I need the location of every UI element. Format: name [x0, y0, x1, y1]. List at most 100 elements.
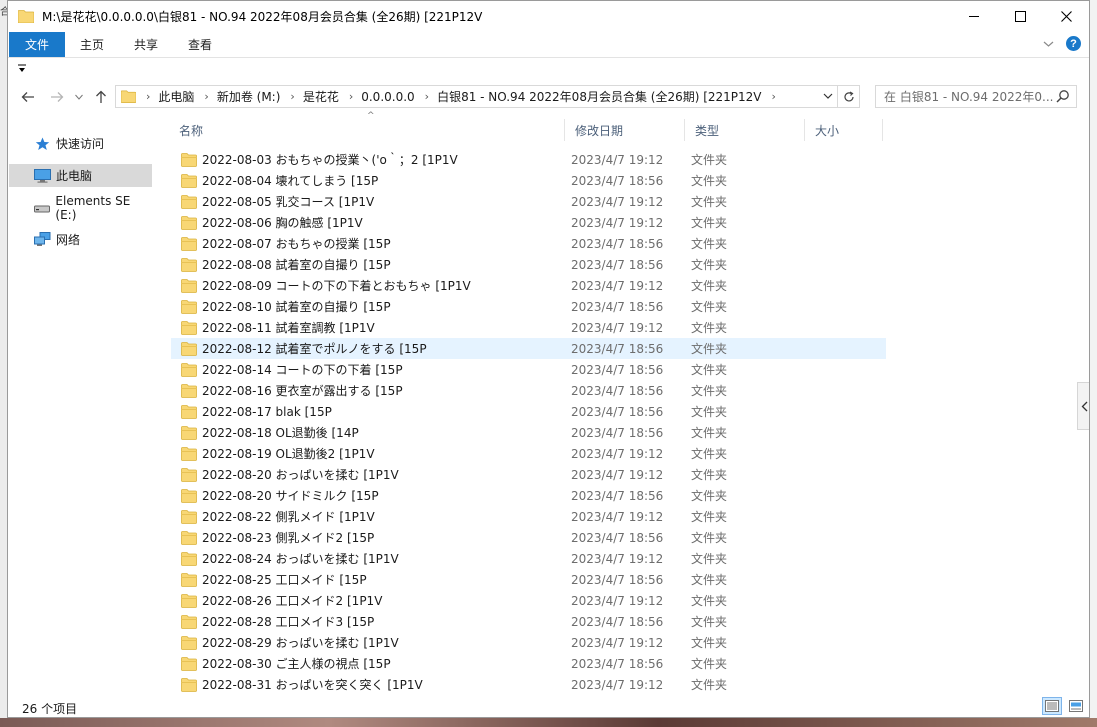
title-bar[interactable]: M:\是花花\0.0.0.0.0\白银81 - NO.94 2022年08月会员… [8, 1, 1089, 32]
breadcrumb-separator[interactable]: › [425, 90, 429, 103]
file-list: ^ 名称 修改日期 类型 大小 2022-08-03 おもちゃの授業丶('o｀；… [156, 111, 1089, 692]
breadcrumb-drive[interactable]: 新加卷 (M:) [217, 88, 281, 105]
file-date-modified: 2023/4/7 19:12 [571, 677, 664, 692]
file-name: 2022-08-20 おっぱいを揉む [1P1V [202, 468, 399, 482]
file-type: 文件夹 [691, 678, 728, 692]
file-row[interactable]: 2022-08-20 おっぱいを揉む [1P1V 2023/4/7 19:12 文件… [171, 464, 886, 485]
file-date-modified: 2023/4/7 19:12 [571, 635, 664, 650]
file-name: 2022-08-17 blak [15P [202, 404, 332, 419]
file-name: 2022-08-23 側乳メイド2 [15P [202, 531, 375, 545]
navigation-bar: › 此电脑 › 新加卷 (M:) › 是花花 › 0.0.0.0.0 › 白银8… [8, 83, 1089, 111]
file-row[interactable]: 2022-08-23 側乳メイド2 [15P 2023/4/7 18:56 文件夹 [171, 527, 886, 548]
customize-toolbar-icon[interactable] [18, 64, 26, 74]
file-row[interactable]: 2022-08-29 おっぱいを揉む [1P1V 2023/4/7 19:12 文件… [171, 632, 886, 653]
details-view-icon [1045, 700, 1059, 712]
file-row[interactable]: 2022-08-04 壊れてしまう [15P 2023/4/7 18:56 文件夹 [171, 170, 886, 191]
file-row[interactable]: 2022-08-31 おっぱいを突く突く [1P1V 2023/4/7 19:12… [171, 674, 886, 695]
navigation-pane: 快速访问 此电脑 Elements SE (E:) 网络 [8, 111, 154, 691]
column-divider[interactable] [564, 119, 565, 141]
folder-icon [121, 90, 136, 103]
file-row[interactable]: 2022-08-28 工口メイド3 [15P 2023/4/7 18:56 文件夹 [171, 611, 886, 632]
file-row[interactable]: 2022-08-19 OL退勤後2 [1P1V 2023/4/7 19:12 文件夹 [171, 443, 886, 464]
column-divider[interactable] [882, 119, 883, 141]
breadcrumb-folder-1[interactable]: 是花花 [303, 88, 339, 105]
file-row[interactable]: 2022-08-11 試着室調教 [1P1V 2023/4/7 19:12 文件夹 [171, 317, 886, 338]
file-date-modified: 2023/4/7 19:12 [571, 593, 664, 608]
column-header-name[interactable]: 名称 [171, 119, 564, 141]
search-placeholder: 在 白银81 - NO.94 2022年0... [884, 90, 1054, 104]
breadcrumb-separator[interactable]: › [349, 90, 353, 103]
folder-icon [181, 677, 197, 692]
sidebar-item-elements-drive[interactable]: Elements SE (E:) [9, 193, 152, 222]
file-row[interactable]: 2022-08-09 コートの下の下着とおもちゃ [1P1V 2023/4/7 1… [171, 275, 886, 296]
help-icon[interactable]: ? [1066, 36, 1081, 51]
breadcrumb-separator[interactable]: › [146, 90, 150, 103]
collapse-pane-button[interactable] [1077, 382, 1089, 430]
file-name: 2022-08-20 サイドミルク [15P [202, 489, 379, 503]
breadcrumb-this-pc[interactable]: 此电脑 [158, 88, 194, 105]
search-box[interactable]: 在 白银81 - NO.94 2022年0... [875, 85, 1077, 108]
minimize-button[interactable] [951, 1, 997, 32]
drive-icon [33, 200, 50, 216]
breadcrumb-current-folder[interactable]: 白银81 - NO.94 2022年08月会员合集 (全26期) [221P12… [437, 88, 761, 105]
column-header-size[interactable]: 大小 [807, 119, 882, 141]
breadcrumb-separator[interactable]: › [204, 90, 208, 103]
sidebar-item-quick-access[interactable]: 快速访问 [9, 132, 152, 155]
tab-home[interactable]: 主页 [65, 32, 119, 57]
close-button[interactable] [1043, 1, 1089, 32]
tab-share[interactable]: 共享 [119, 32, 173, 57]
file-row[interactable]: 2022-08-10 試着室の自撮り [15P 2023/4/7 18:56 文件夹 [171, 296, 886, 317]
file-explorer-window: M:\是花花\0.0.0.0.0\白银81 - NO.94 2022年08月会员… [7, 0, 1090, 718]
breadcrumb-separator[interactable]: › [772, 90, 776, 103]
file-row[interactable]: 2022-08-25 工口メイド [15P 2023/4/7 18:56 文件夹 [171, 569, 886, 590]
file-name: 2022-08-24 おっぱいを揉む [1P1V [202, 552, 399, 566]
folder-icon [181, 572, 197, 587]
refresh-button[interactable] [837, 86, 859, 107]
file-row[interactable]: 2022-08-18 OL退勤後 [14P 2023/4/7 18:56 文件夹 [171, 422, 886, 443]
file-name: 2022-08-09 コートの下の下着とおもちゃ [1P1V [202, 279, 471, 293]
breadcrumb-folder-2[interactable]: 0.0.0.0.0 [361, 90, 414, 104]
file-row[interactable]: 2022-08-24 おっぱいを揉む [1P1V 2023/4/7 19:12 文件… [171, 548, 886, 569]
expand-ribbon-icon[interactable] [1043, 40, 1054, 48]
address-bar[interactable]: › 此电脑 › 新加卷 (M:) › 是花花 › 0.0.0.0.0 › 白银8… [115, 85, 860, 108]
sidebar-item-label: Elements SE (E:) [55, 193, 131, 222]
file-row[interactable]: 2022-08-06 胸の触感 [1P1V 2023/4/7 19:12 文件夹 [171, 212, 886, 233]
address-history-icon[interactable] [823, 89, 833, 103]
back-button[interactable] [18, 87, 38, 107]
window-controls [951, 1, 1089, 32]
close-icon [1060, 11, 1072, 22]
maximize-button[interactable] [997, 1, 1043, 32]
breadcrumb-separator[interactable]: › [290, 90, 294, 103]
file-row[interactable]: 2022-08-22 側乳メイド [1P1V 2023/4/7 19:12 文件夹 [171, 506, 886, 527]
file-row[interactable]: 2022-08-17 blak [15P 2023/4/7 18:56 文件夹 [171, 401, 886, 422]
tab-file[interactable]: 文件 [9, 32, 66, 57]
folder-icon [181, 404, 197, 419]
file-row[interactable]: 2022-08-14 コートの下の下着 [15P 2023/4/7 18:56 文件… [171, 359, 886, 380]
file-row[interactable]: 2022-08-03 おもちゃの授業丶('o｀；2 [1P1V 2023/4/7 … [171, 149, 886, 170]
ribbon-tabs: 文件 主页 共享 查看 ? [8, 32, 1089, 57]
sidebar-item-network[interactable]: 网络 [9, 228, 152, 251]
tab-view[interactable]: 查看 [173, 32, 227, 57]
forward-button[interactable] [47, 87, 67, 107]
file-row[interactable]: 2022-08-16 更衣室が露出する [15P 2023/4/7 18:56 文件… [171, 380, 886, 401]
recent-locations-button[interactable] [69, 87, 89, 107]
file-row[interactable]: 2022-08-07 おもちゃの授業 [15P 2023/4/7 18:56 文件夹 [171, 233, 886, 254]
details-view-button[interactable] [1042, 697, 1062, 715]
up-button[interactable] [91, 87, 111, 107]
column-divider[interactable] [684, 119, 685, 141]
large-icons-view-button[interactable] [1066, 697, 1086, 715]
column-header-date[interactable]: 修改日期 [567, 119, 684, 141]
column-divider[interactable] [804, 119, 805, 141]
file-name: 2022-08-11 試着室調教 [1P1V [202, 321, 375, 335]
file-row[interactable]: 2022-08-12 試着室でポルノをする [15P 2023/4/7 18:56… [171, 338, 886, 359]
file-row[interactable]: 2022-08-26 工口メイド2 [1P1V 2023/4/7 19:12 文件夹 [171, 590, 886, 611]
column-header-type[interactable]: 类型 [687, 119, 804, 141]
file-row[interactable]: 2022-08-30 ご主人様の視点 [15P 2023/4/7 18:56 文件夹 [171, 653, 886, 674]
file-type: 文件夹 [691, 468, 728, 482]
file-row[interactable]: 2022-08-05 乳交コース [1P1V 2023/4/7 19:12 文件夹 [171, 191, 886, 212]
file-row[interactable]: 2022-08-08 試着室の自撮り [15P 2023/4/7 18:56 文件夹 [171, 254, 886, 275]
file-row[interactable]: 2022-08-20 サイドミルク [15P 2023/4/7 18:56 文件夹 [171, 485, 886, 506]
sidebar-item-this-pc[interactable]: 此电脑 [9, 164, 152, 187]
file-date-modified: 2023/4/7 18:56 [571, 383, 664, 398]
file-date-modified: 2023/4/7 18:56 [571, 257, 664, 272]
